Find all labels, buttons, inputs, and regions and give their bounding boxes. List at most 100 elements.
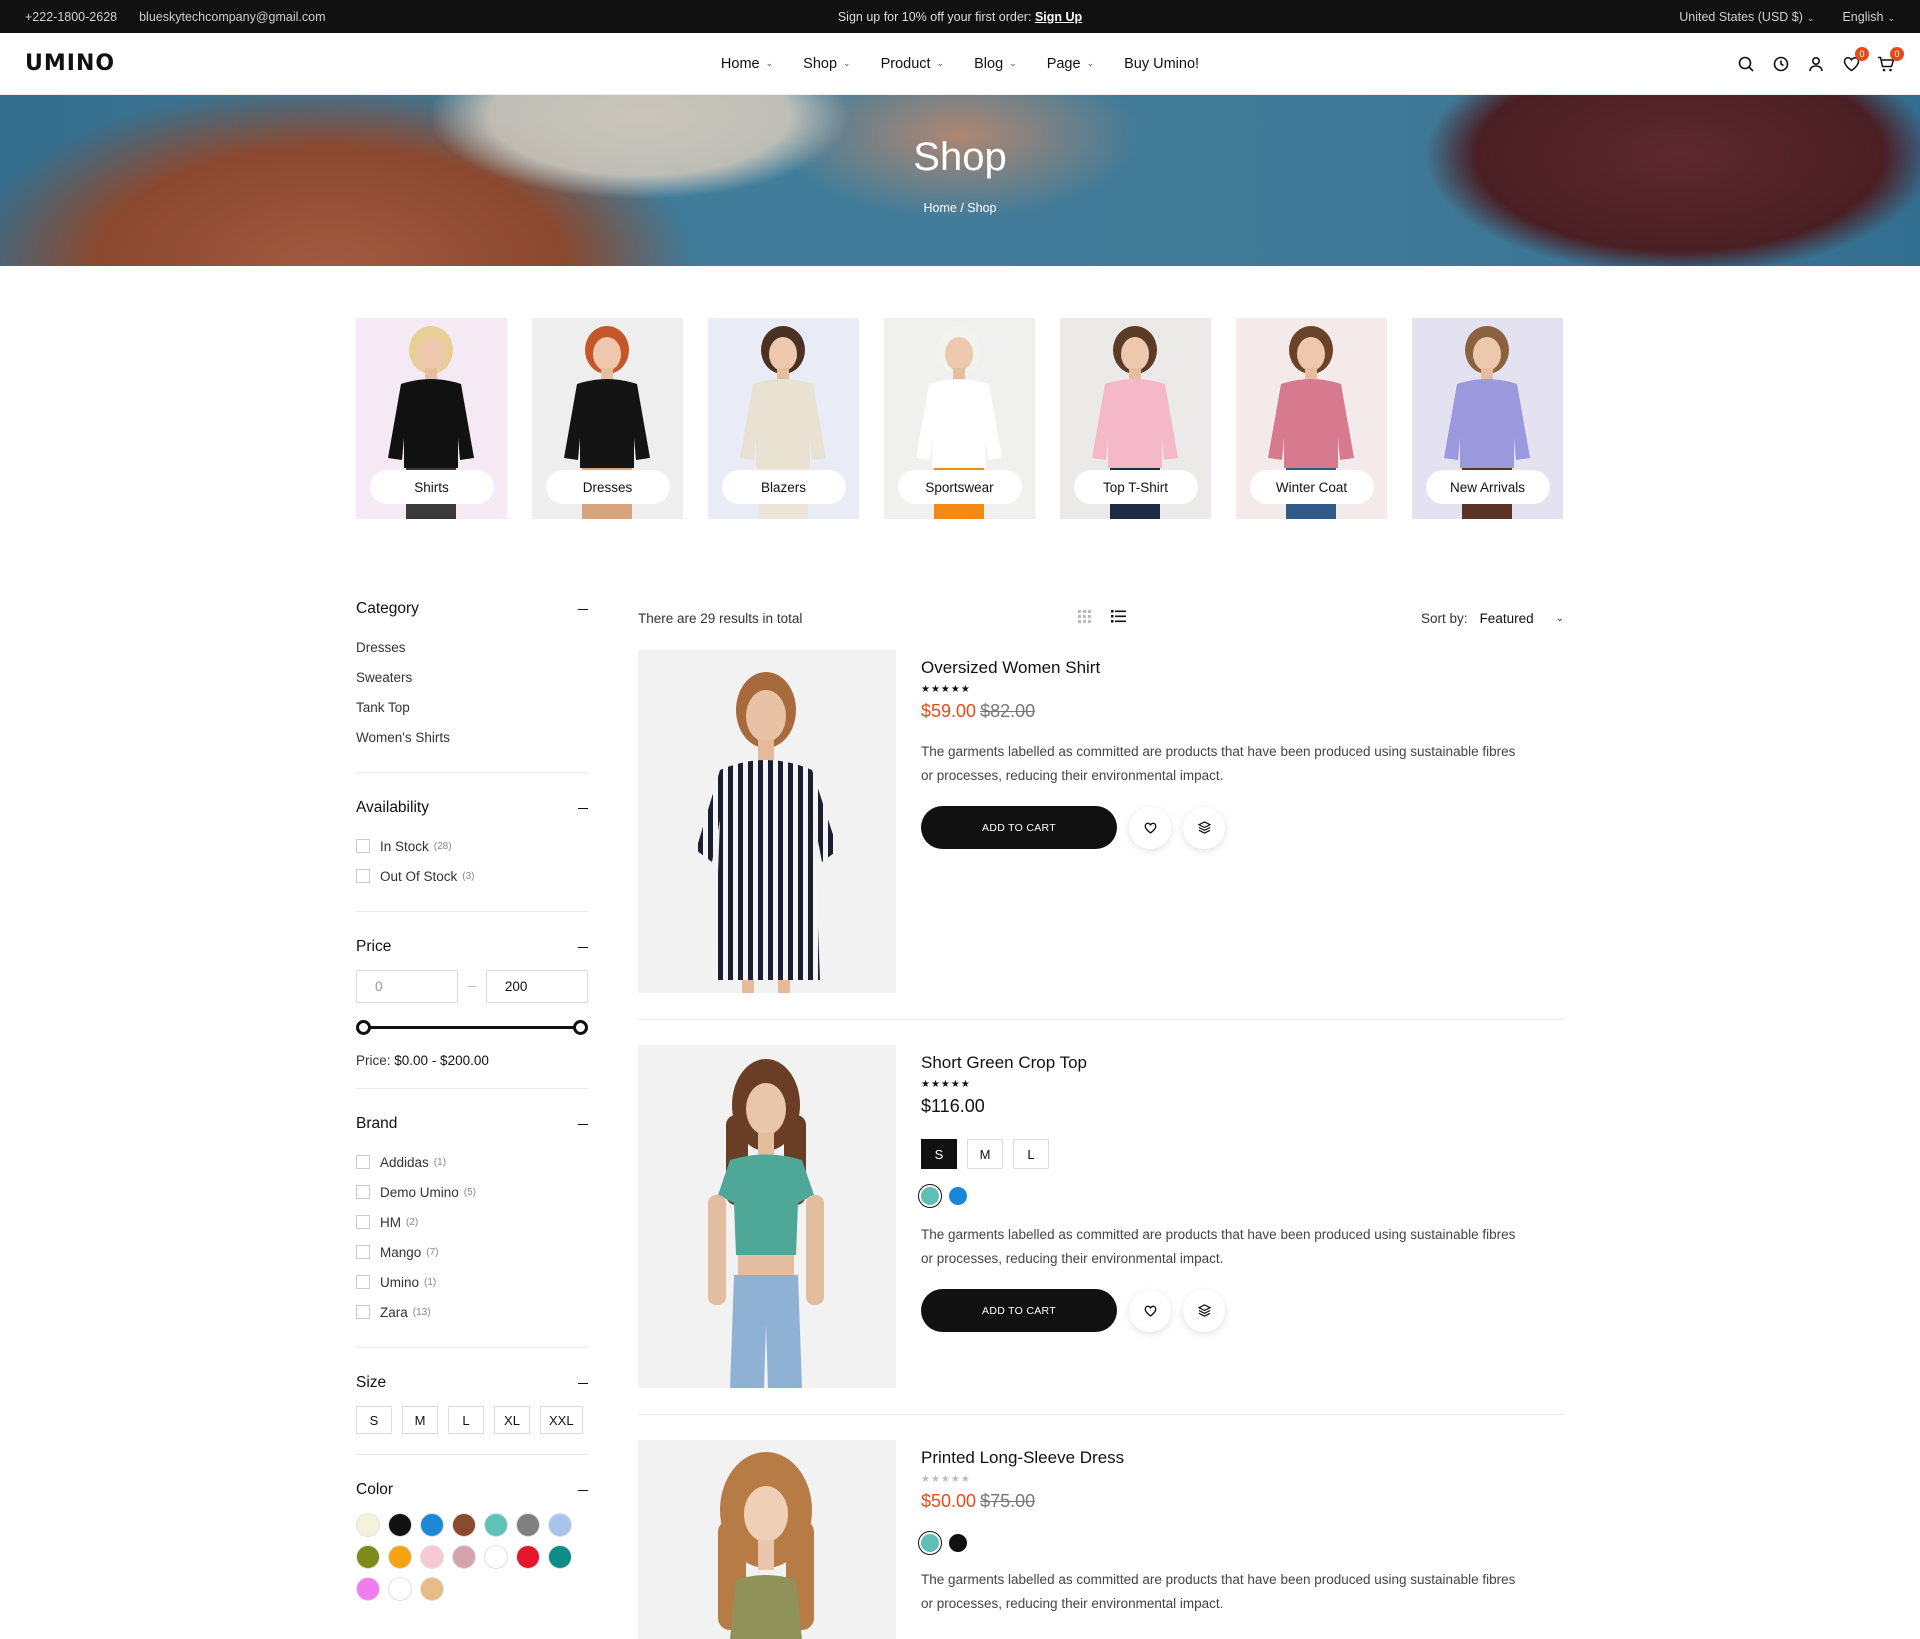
- color-swatch[interactable]: [388, 1545, 412, 1569]
- category-label[interactable]: Shirts: [369, 470, 494, 504]
- checkbox[interactable]: [356, 1215, 370, 1229]
- color-swatch[interactable]: [516, 1513, 540, 1537]
- category-link[interactable]: Dresses: [356, 632, 588, 662]
- color-swatch[interactable]: [516, 1545, 540, 1569]
- product-title[interactable]: Short Green Crop Top: [921, 1053, 1531, 1073]
- brand-option[interactable]: Umino (1): [356, 1267, 588, 1297]
- clock-icon[interactable]: [1772, 55, 1790, 73]
- nav-item-blog[interactable]: Blog ⌄: [974, 56, 1017, 72]
- category-label[interactable]: Winter Coat: [1249, 470, 1374, 504]
- category-link[interactable]: Tank Top: [356, 692, 588, 722]
- color-swatch[interactable]: [356, 1577, 380, 1601]
- grid-view-icon[interactable]: [1078, 610, 1091, 626]
- product-color-swatch[interactable]: [949, 1187, 967, 1205]
- color-swatch[interactable]: [420, 1577, 444, 1601]
- product-color-swatch[interactable]: [918, 1531, 942, 1555]
- nav-item-home[interactable]: Home ⌄: [721, 56, 773, 72]
- color-swatch[interactable]: [452, 1545, 476, 1569]
- price-max-input[interactable]: 200: [485, 970, 588, 1003]
- brand-option[interactable]: Addidas (1): [356, 1147, 588, 1177]
- category-card[interactable]: Sportswear: [884, 318, 1035, 519]
- price-min-input[interactable]: 0: [356, 970, 459, 1003]
- add-to-cart-button[interactable]: ADD TO CART: [921, 806, 1117, 849]
- compare-button[interactable]: [1183, 1289, 1225, 1332]
- size-option[interactable]: L: [448, 1406, 484, 1434]
- category-card[interactable]: Shirts: [356, 318, 507, 519]
- minus-icon[interactable]: [578, 1123, 588, 1125]
- compare-button[interactable]: [1183, 806, 1225, 849]
- availability-option[interactable]: In Stock (28): [356, 831, 588, 861]
- list-view-icon[interactable]: [1111, 610, 1126, 626]
- brand-option[interactable]: HM (2): [356, 1207, 588, 1237]
- heart-icon[interactable]: 0: [1842, 46, 1869, 73]
- color-swatch[interactable]: [484, 1513, 508, 1537]
- product-title[interactable]: Oversized Women Shirt: [921, 658, 1531, 678]
- product-image[interactable]: [638, 650, 896, 993]
- checkbox[interactable]: [356, 1185, 370, 1199]
- category-card[interactable]: Winter Coat: [1236, 318, 1387, 519]
- minus-icon[interactable]: [578, 608, 588, 610]
- product-size-option[interactable]: L: [1013, 1139, 1049, 1169]
- checkbox[interactable]: [356, 1275, 370, 1289]
- wishlist-button[interactable]: [1129, 806, 1171, 849]
- filter-header[interactable]: Color: [356, 1481, 588, 1499]
- size-option[interactable]: XXL: [540, 1406, 583, 1434]
- product-color-swatch[interactable]: [918, 1184, 942, 1208]
- category-label[interactable]: Dresses: [545, 470, 670, 504]
- minus-icon[interactable]: [578, 807, 588, 809]
- filter-header[interactable]: Brand: [356, 1115, 588, 1133]
- color-swatch[interactable]: [388, 1577, 412, 1601]
- logo[interactable]: UMINO: [25, 51, 115, 76]
- category-card[interactable]: Dresses: [532, 318, 683, 519]
- filter-header[interactable]: Size: [356, 1374, 588, 1392]
- color-swatch[interactable]: [452, 1513, 476, 1537]
- category-label[interactable]: Blazers: [721, 470, 846, 504]
- size-option[interactable]: M: [402, 1406, 438, 1434]
- cart-icon[interactable]: 0: [1877, 46, 1904, 73]
- color-swatch[interactable]: [548, 1545, 572, 1569]
- checkbox[interactable]: [356, 1245, 370, 1259]
- nav-item-page[interactable]: Page ⌄: [1047, 56, 1094, 72]
- color-swatch[interactable]: [420, 1513, 444, 1537]
- category-link[interactable]: Women's Shirts: [356, 722, 588, 752]
- filter-header[interactable]: Category: [356, 600, 588, 618]
- brand-option[interactable]: Zara (13): [356, 1297, 588, 1327]
- size-option[interactable]: S: [356, 1406, 392, 1434]
- size-option[interactable]: XL: [494, 1406, 530, 1434]
- wishlist-button[interactable]: [1129, 1289, 1171, 1332]
- product-title[interactable]: Printed Long-Sleeve Dress: [921, 1448, 1531, 1468]
- filter-header[interactable]: Price: [356, 938, 588, 956]
- slider-min-handle[interactable]: [356, 1020, 371, 1035]
- nav-item-product[interactable]: Product ⌄: [881, 56, 945, 72]
- signup-link[interactable]: Sign Up: [1035, 10, 1082, 24]
- minus-icon[interactable]: [578, 1489, 588, 1491]
- search-icon[interactable]: [1737, 55, 1755, 73]
- brand-option[interactable]: Mango (7): [356, 1237, 588, 1267]
- checkbox[interactable]: [356, 839, 370, 853]
- color-swatch[interactable]: [420, 1545, 444, 1569]
- color-swatch[interactable]: [356, 1513, 380, 1537]
- price-range-slider[interactable]: [356, 1019, 588, 1035]
- sort-dropdown[interactable]: Sort by: Featured ⌄: [1421, 611, 1564, 626]
- brand-option[interactable]: Demo Umino (5): [356, 1177, 588, 1207]
- nav-item-buy[interactable]: Buy Umino!: [1124, 56, 1199, 72]
- category-link[interactable]: Sweaters: [356, 662, 588, 692]
- category-label[interactable]: Top T-Shirt: [1073, 470, 1198, 504]
- filter-header[interactable]: Availability: [356, 799, 588, 817]
- availability-option[interactable]: Out Of Stock (3): [356, 861, 588, 891]
- checkbox[interactable]: [356, 869, 370, 883]
- color-swatch[interactable]: [484, 1545, 508, 1569]
- color-swatch[interactable]: [388, 1513, 412, 1537]
- minus-icon[interactable]: [578, 1382, 588, 1384]
- checkbox[interactable]: [356, 1305, 370, 1319]
- category-label[interactable]: New Arrivals: [1425, 470, 1550, 504]
- product-image[interactable]: [638, 1045, 896, 1388]
- product-color-swatch[interactable]: [949, 1534, 967, 1552]
- product-size-option[interactable]: M: [967, 1139, 1003, 1169]
- category-card[interactable]: New Arrivals: [1412, 318, 1563, 519]
- color-swatch[interactable]: [548, 1513, 572, 1537]
- category-label[interactable]: Sportswear: [897, 470, 1022, 504]
- nav-item-shop[interactable]: Shop ⌄: [803, 56, 850, 72]
- checkbox[interactable]: [356, 1155, 370, 1169]
- category-card[interactable]: Top T-Shirt: [1060, 318, 1211, 519]
